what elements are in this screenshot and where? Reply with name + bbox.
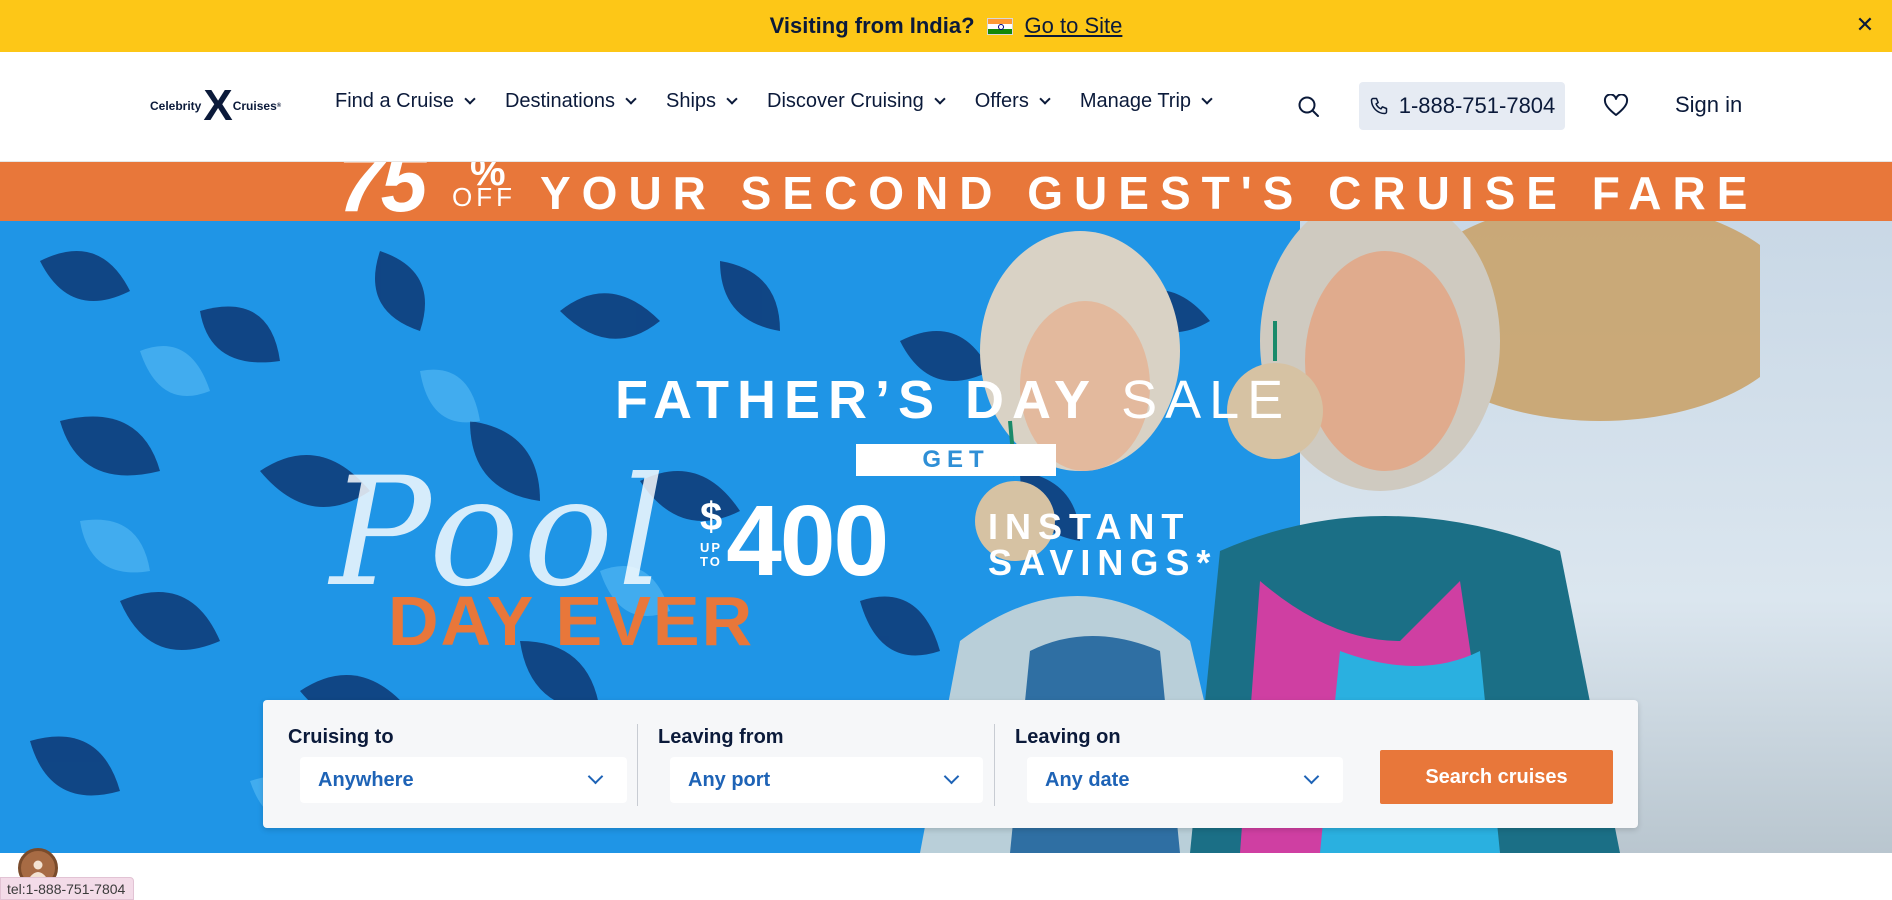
nav-label: Ships (666, 90, 717, 112)
chevron-down-icon (587, 768, 604, 785)
nav-label: Discover Cruising (767, 90, 924, 112)
chevron-down-icon (726, 93, 738, 105)
chevron-down-icon (943, 768, 960, 785)
heart-icon[interactable] (1603, 94, 1629, 118)
go-to-site-link[interactable]: Go to Site (1025, 13, 1123, 39)
headline-bold: FATHER’S DAY (615, 370, 1099, 430)
notice-question: Visiting from India? (769, 13, 975, 38)
chevron-down-icon (934, 93, 946, 105)
headline-light: SALE (1121, 370, 1292, 430)
dollar-sign: $ (700, 495, 723, 539)
main-nav: Find a Cruise Destinations Ships Discove… (335, 90, 1242, 113)
close-icon[interactable]: ✕ (1852, 12, 1878, 38)
browser-status-url: tel:1-888-751-7804 (0, 877, 135, 900)
sign-in-link[interactable]: Sign in (1675, 92, 1742, 118)
hero-get-label: GET (856, 444, 1056, 476)
leaving-from-value: Any port (688, 768, 771, 791)
promo-amount: 75 (338, 162, 427, 221)
india-flag-icon (986, 17, 1013, 35)
leaving-from-field: Leaving from Any port (658, 726, 983, 803)
leaving-from-label: Leaving from (658, 726, 784, 748)
field-divider (994, 724, 995, 806)
hero-day-ever-text: DAY EVER (388, 582, 755, 660)
promo-banner[interactable]: 75 % OFF YOUR SECOND GUEST'S CRUISE FARE (0, 162, 1892, 221)
avatar-icon (30, 860, 46, 877)
nav-find-a-cruise[interactable]: Find a Cruise (335, 90, 476, 113)
logo-left-text: Celebrity (150, 99, 202, 113)
country-notice-bar: Visiting from India? Go to Site ✕ (0, 0, 1892, 52)
chevron-down-icon (1303, 768, 1320, 785)
nav-discover-cruising[interactable]: Discover Cruising (767, 90, 946, 113)
nav-label: Manage Trip (1079, 90, 1192, 112)
promo-text: YOUR SECOND GUEST'S CRUISE FARE (540, 167, 1759, 219)
logo-right-text: Cruises (232, 99, 277, 113)
savings-line2: SAVINGS* (988, 542, 1218, 583)
cruising-to-label: Cruising to (288, 726, 394, 748)
nav-label: Destinations (504, 90, 615, 112)
promo-off: OFF (452, 182, 516, 212)
leaving-on-select[interactable]: Any date (1027, 757, 1343, 803)
up-to-label: UP TO (700, 540, 723, 570)
nav-destinations[interactable]: Destinations (504, 90, 637, 113)
nav-ships[interactable]: Ships (666, 90, 738, 113)
up-to-line1: UP (700, 540, 723, 555)
registered-mark: ® (276, 103, 282, 109)
phone-icon (1370, 97, 1387, 115)
up-to-line2: TO (700, 554, 722, 570)
leaving-on-value: Any date (1045, 768, 1130, 791)
hero-headline: FATHER’S DAY SALE (615, 369, 1291, 431)
chevron-down-icon (1201, 93, 1213, 105)
nav-label: Find a Cruise (335, 90, 454, 112)
savings-line1: INSTANT (988, 506, 1191, 547)
site-header: Celebrity X Cruises ® Find a Cruise Dest… (0, 52, 1892, 162)
leaving-on-field: Leaving on Any date (1015, 726, 1343, 803)
cruising-to-value: Anywhere (318, 768, 414, 791)
nav-manage-trip[interactable]: Manage Trip (1079, 90, 1213, 113)
field-divider (637, 724, 638, 806)
cruise-search-panel: Cruising to Anywhere Leaving from Any po… (263, 700, 1638, 828)
chevron-down-icon (625, 93, 637, 105)
logo-x-mark: X (203, 81, 232, 130)
nav-label: Offers (974, 90, 1029, 112)
hero-savings-label: INSTANT SAVINGS* (988, 509, 1217, 581)
phone-number: 1-888-751-7804 (1398, 93, 1556, 118)
chevron-down-icon (464, 93, 476, 105)
amount-number: 400 (726, 485, 889, 597)
search-cruises-button[interactable]: Search cruises (1380, 750, 1613, 804)
cruising-to-field: Cruising to Anywhere (288, 726, 627, 803)
leaving-on-label: Leaving on (1015, 726, 1121, 748)
cruising-to-select[interactable]: Anywhere (300, 757, 627, 803)
leaving-from-select[interactable]: Any port (670, 757, 983, 803)
nav-offers[interactable]: Offers (974, 90, 1051, 113)
phone-call-button[interactable]: 1-888-751-7804 (1359, 82, 1565, 130)
celebrity-cruises-logo[interactable]: Celebrity X Cruises ® (150, 84, 282, 128)
chevron-down-icon (1039, 93, 1051, 105)
search-icon[interactable] (1296, 94, 1322, 120)
hero-amount: $ UP TO 400 (700, 485, 889, 597)
